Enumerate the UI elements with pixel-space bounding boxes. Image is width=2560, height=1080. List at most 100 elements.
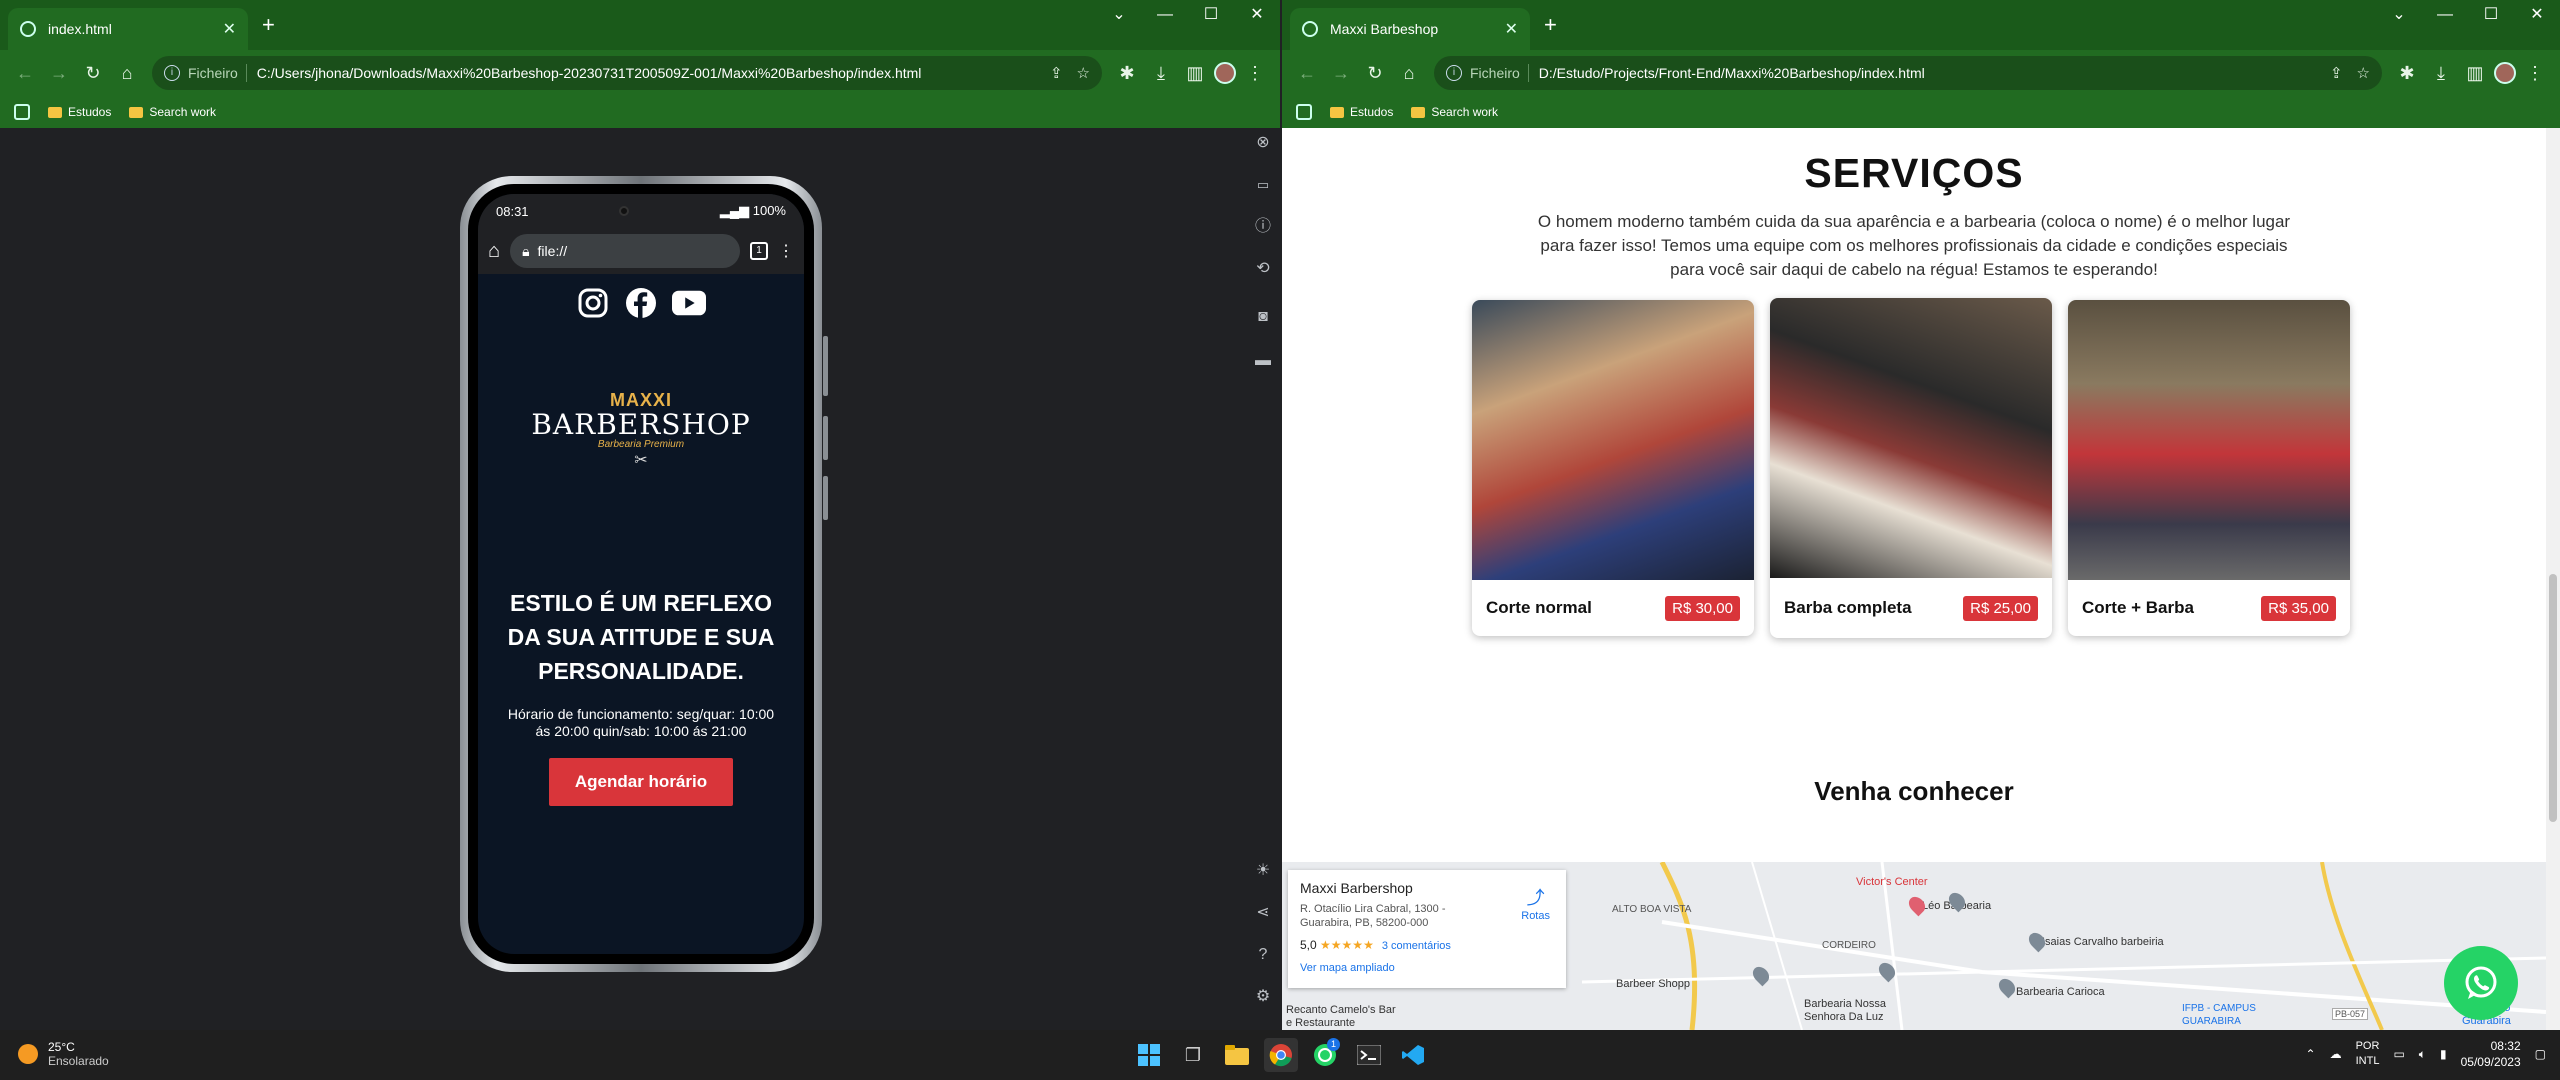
sidepanel-icon[interactable]: ▥	[1180, 58, 1210, 88]
close-icon[interactable]: ⊗	[1256, 134, 1269, 152]
clock[interactable]: 08:32 05/09/2023	[2461, 1038, 2521, 1070]
windows-start-icon[interactable]	[1132, 1038, 1166, 1072]
chevron-up-icon[interactable]: ⌃	[2306, 1047, 2316, 1061]
map-label: Isaias Carvalho barbeiria	[2042, 936, 2164, 948]
whatsapp-app-icon[interactable]: 1	[1308, 1038, 1342, 1072]
notifications-icon[interactable]: ▢	[2535, 1047, 2546, 1061]
forward-button[interactable]: →	[44, 58, 74, 88]
download-icon[interactable]: ⤓	[2426, 58, 2456, 88]
reviews-link[interactable]: 3 comentários	[1382, 940, 1451, 952]
info-circle-icon[interactable]: ⓘ	[1255, 218, 1271, 236]
help-icon[interactable]: ?	[1259, 946, 1268, 964]
home-button[interactable]: ⌂	[112, 58, 142, 88]
website-page: SERVIÇOS O homem moderno também cuida da…	[1282, 128, 2560, 1030]
minimize-button[interactable]: —	[2422, 0, 2468, 32]
close-window-button[interactable]: ✕	[1234, 0, 1280, 32]
mobile-menu-icon[interactable]: ⋮	[778, 241, 794, 261]
address-bar[interactable]: i Ficheiro D:/Estudo/Projects/Front-End/…	[1434, 56, 2382, 90]
whatsapp-icon	[2465, 966, 2497, 999]
reload-button[interactable]: ↻	[1360, 58, 1390, 88]
info-icon[interactable]: i	[164, 65, 180, 81]
bookmark-estudos[interactable]: Estudos	[1330, 105, 1393, 119]
task-view-icon[interactable]: ❐	[1176, 1038, 1210, 1072]
vscode-icon[interactable]	[1396, 1038, 1430, 1072]
maximize-button[interactable]: ☐	[1188, 0, 1234, 32]
minimize-button[interactable]: —	[1142, 0, 1188, 32]
map-label: Barbearia Nossa Senhora Da Luz	[1804, 998, 1886, 1023]
larger-map-link[interactable]: Ver mapa ampliado	[1300, 962, 1554, 974]
new-tab-button[interactable]: +	[1544, 14, 1557, 36]
whatsapp-float-button[interactable]	[2444, 946, 2518, 1020]
share-icon[interactable]: ⇪	[2330, 64, 2343, 82]
forward-button[interactable]: →	[1326, 58, 1356, 88]
rotate-icon[interactable]: ⟲	[1256, 260, 1269, 278]
bookmark-search-work[interactable]: Search work	[129, 105, 216, 119]
facebook-icon[interactable]	[624, 288, 658, 318]
reload-button[interactable]: ↻	[78, 58, 108, 88]
tab-switcher-icon[interactable]: 1	[750, 242, 768, 260]
screenshot-icon[interactable]: ◙	[1258, 308, 1268, 326]
close-window-button[interactable]: ✕	[2514, 0, 2560, 32]
extensions-icon[interactable]: ✱	[2392, 58, 2422, 88]
settings-gear-icon[interactable]: ⚙	[1256, 988, 1270, 1006]
toolbar: ← → ↻ ⌂ i Ficheiro D:/Estudo/Projects/Fr…	[1282, 50, 2560, 128]
maximize-button[interactable]: ☐	[2468, 0, 2514, 32]
menu-icon[interactable]: ⋮	[1240, 58, 1270, 88]
map-label: IFPB - CAMPUS GUARABIRA	[2182, 1003, 2256, 1027]
back-button[interactable]: ←	[10, 58, 40, 88]
share-icon[interactable]: ⋖	[1256, 904, 1269, 922]
tab-maxxi[interactable]: Maxxi Barbeshop ✕	[1290, 8, 1530, 50]
apps-icon[interactable]	[14, 104, 30, 120]
folder-icon	[1330, 106, 1344, 118]
cloud-icon[interactable]: ☁	[2330, 1047, 2342, 1061]
back-button[interactable]: ←	[1292, 58, 1322, 88]
close-tab-icon[interactable]: ✕	[1505, 19, 1518, 39]
address-bar[interactable]: i Ficheiro C:/Users/jhona/Downloads/Maxx…	[152, 56, 1102, 90]
extensions-icon[interactable]: ✱	[1112, 58, 1142, 88]
right-browser-window: Maxxi Barbeshop ✕ + ⌄ — ☐ ✕ ← → ↻ ⌂ i Fi…	[1282, 0, 2560, 1030]
service-name: Barba completa	[1784, 598, 1912, 617]
chrome-icon[interactable]	[1264, 1038, 1298, 1072]
service-card[interactable]: Corte + Barba R$ 35,00	[2068, 300, 2350, 636]
instagram-icon[interactable]	[576, 288, 610, 318]
tab-index[interactable]: index.html ✕	[8, 8, 248, 50]
menu-icon[interactable]: ⋮	[2520, 58, 2550, 88]
directions-button[interactable]: ⤴ Rotas	[1521, 884, 1550, 922]
download-icon[interactable]: ⤓	[1146, 58, 1176, 88]
schedule-button[interactable]: Agendar horário	[548, 758, 734, 806]
language[interactable]: POR	[2356, 1039, 2380, 1054]
profile-avatar[interactable]	[1214, 62, 1236, 84]
device-icon[interactable]: ▭	[1257, 176, 1269, 194]
star-icon[interactable]: ☆	[2357, 64, 2370, 82]
weather-widget[interactable]: 25°C Ensolarado	[18, 1040, 109, 1068]
volume-icon[interactable]: 🔈︎	[2419, 1047, 2426, 1062]
barbershop-logo: MAXXI BARBERSHOP Barbearia Premium ✂	[478, 390, 804, 470]
display-icon[interactable]: ▭	[2393, 1047, 2404, 1061]
chevron-down-icon[interactable]: ⌄	[2376, 0, 2422, 32]
record-icon[interactable]: ▬	[1255, 352, 1271, 370]
star-icon[interactable]: ☆	[1077, 64, 1090, 82]
home-button[interactable]: ⌂	[1394, 58, 1424, 88]
service-card[interactable]: Barba completa R$ 25,00	[1770, 298, 2052, 638]
bookmark-search-work[interactable]: Search work	[1411, 105, 1498, 119]
profile-avatar[interactable]	[2494, 62, 2516, 84]
home-icon[interactable]: ⌂	[488, 240, 500, 263]
share-icon[interactable]: ⇪	[1050, 64, 1063, 82]
apps-icon[interactable]	[1296, 104, 1312, 120]
mobile-url-field[interactable]: 🔒︎ file://	[510, 234, 740, 268]
service-card[interactable]: Corte normal R$ 30,00	[1472, 300, 1754, 636]
scrollbar-thumb[interactable]	[2549, 574, 2557, 822]
google-map[interactable]: Maxxi Barbershop R. Otacílio Lira Cabral…	[1282, 862, 2546, 1030]
battery-icon[interactable]: ▮	[2440, 1047, 2447, 1061]
terminal-icon[interactable]	[1352, 1038, 1386, 1072]
chevron-down-icon[interactable]: ⌄	[1096, 0, 1142, 32]
info-icon[interactable]: i	[1446, 65, 1462, 81]
new-tab-button[interactable]: +	[262, 14, 275, 36]
sidepanel-icon[interactable]: ▥	[2460, 58, 2490, 88]
close-tab-icon[interactable]: ✕	[223, 19, 236, 39]
youtube-icon[interactable]	[672, 288, 706, 318]
bookmark-estudos[interactable]: Estudos	[48, 105, 111, 119]
file-explorer-icon[interactable]	[1220, 1038, 1254, 1072]
brightness-icon[interactable]: ☀	[1256, 862, 1270, 880]
page-scrollbar[interactable]	[2546, 128, 2560, 1030]
